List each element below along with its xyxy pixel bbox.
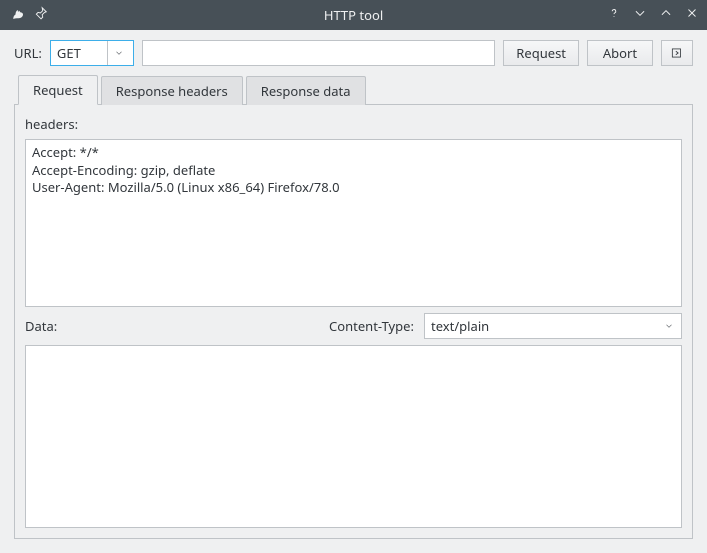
tab-request[interactable]: Request [18,75,98,105]
request-button[interactable]: Request [503,40,579,66]
help-icon[interactable] [607,6,621,24]
headers-label: headers: [25,115,682,133]
url-label: URL: [14,44,42,62]
close-icon[interactable] [685,6,699,24]
url-input[interactable] [142,40,495,66]
app-icon [8,4,26,26]
tab-response-data[interactable]: Response data [246,76,366,105]
data-textarea[interactable] [25,345,682,528]
tab-strip: Request Response headers Response data [14,74,693,104]
maximize-icon[interactable] [659,6,673,24]
window-title: HTTP tool [118,6,589,24]
pin-icon[interactable] [34,6,48,24]
headers-textarea[interactable] [25,139,682,307]
chevron-down-icon[interactable] [657,314,681,338]
chevron-down-icon[interactable] [107,41,131,65]
method-combo[interactable] [50,40,134,66]
content-type-input[interactable] [425,314,657,338]
run-icon-button[interactable] [661,40,693,66]
content-type-combo[interactable] [424,313,682,339]
tab-response-headers[interactable]: Response headers [101,76,243,105]
method-input[interactable] [51,41,107,65]
url-row: URL: Request Abort [14,40,693,66]
minimize-icon[interactable] [633,6,647,24]
data-label: Data: [25,317,57,335]
request-panel: headers: Data: Content-Type: [14,104,693,539]
content-type-label: Content-Type: [329,317,414,335]
titlebar: HTTP tool [0,0,707,30]
abort-button[interactable]: Abort [587,40,653,66]
